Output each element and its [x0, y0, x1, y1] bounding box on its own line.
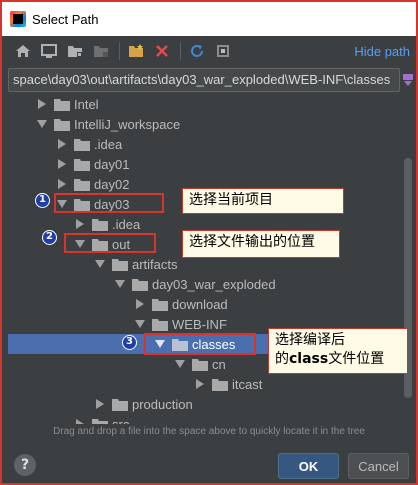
tree-node[interactable]: Intel	[8, 94, 412, 114]
callout-line-1: 选择编译后	[275, 332, 345, 348]
cancel-button[interactable]: Cancel	[348, 453, 409, 479]
tree-node-label: IntelliJ_workspace	[74, 116, 181, 132]
window-title: Select Path	[32, 11, 99, 27]
title-bar: Select Path	[2, 2, 416, 36]
expanded-arrow-icon[interactable]	[94, 258, 106, 270]
folder-icon	[74, 158, 90, 171]
folder-icon	[112, 258, 128, 271]
tree-node-label: artifacts	[132, 256, 178, 272]
tree-node-label: production	[132, 396, 193, 412]
folder-icon	[152, 298, 168, 311]
expanded-arrow-icon[interactable]	[36, 118, 48, 130]
step-badge-3: 3	[122, 335, 137, 350]
delete-icon	[156, 45, 168, 57]
folder-icon	[132, 278, 148, 291]
path-history-button[interactable]	[401, 70, 415, 90]
expanded-arrow-icon[interactable]	[174, 358, 186, 370]
callout-line-2-bold: class	[289, 351, 329, 367]
refresh-icon	[191, 45, 203, 57]
folder-icon	[74, 178, 90, 191]
folder-icon	[152, 318, 168, 331]
toolbar-separator	[119, 42, 120, 60]
callout-line-2-suffix: 文件位置	[328, 351, 385, 367]
folder-icon	[54, 98, 70, 111]
collapsed-arrow-icon[interactable]	[134, 298, 146, 310]
collapsed-arrow-icon[interactable]	[36, 98, 48, 110]
step-badge-2: 2	[42, 230, 57, 245]
ok-button[interactable]: OK	[278, 453, 339, 479]
tree-node-label: day03_war_exploded	[152, 276, 276, 292]
desktop-icon	[41, 44, 57, 58]
tree-node[interactable]: production	[8, 394, 412, 414]
project-folder-icon	[68, 46, 82, 57]
new-folder-button[interactable]	[125, 40, 147, 62]
tree-node-label: .idea	[94, 136, 123, 152]
collapsed-arrow-icon[interactable]	[56, 138, 68, 150]
tree-node-label: Intel	[74, 96, 99, 112]
desktop-button[interactable]	[38, 40, 60, 62]
collapsed-arrow-icon[interactable]	[56, 158, 68, 170]
history-dropdown-icon	[403, 74, 413, 86]
tree-node-label: WEB-INF	[172, 316, 227, 332]
folder-icon	[92, 418, 108, 424]
home-icon	[16, 45, 30, 57]
folder-icon	[112, 398, 128, 411]
tree-node[interactable]: day01	[8, 154, 412, 174]
collapsed-arrow-icon[interactable]	[94, 398, 106, 410]
tree-node-label: .idea	[112, 216, 141, 232]
callout-line-2-prefix: 的	[275, 351, 289, 367]
folder-icon	[212, 378, 228, 391]
tree-node-label: cn	[212, 356, 226, 372]
folder-icon	[92, 218, 108, 231]
collapsed-arrow-icon[interactable]	[56, 178, 68, 190]
toolbar-separator	[180, 42, 181, 60]
callout-select-project: 选择当前项目	[182, 188, 344, 214]
tree-node[interactable]: itcast	[8, 374, 412, 394]
select-path-dialog: Select Path Hide path space\day03\out\ar…	[0, 0, 418, 485]
callout-select-output: 选择文件输出的位置	[182, 230, 340, 258]
delete-button[interactable]	[151, 40, 173, 62]
tree-node[interactable]: download	[8, 294, 412, 314]
tree-node[interactable]: IntelliJ_workspace	[8, 114, 412, 134]
tree-node[interactable]: src	[8, 414, 412, 424]
new-folder-icon	[129, 44, 143, 57]
drag-drop-hint: Drag and drop a file into the space abov…	[53, 426, 365, 437]
folder-icon	[192, 358, 208, 371]
show-hidden-button[interactable]	[212, 40, 234, 62]
tree-node[interactable]: .idea	[8, 134, 412, 154]
folder-icon	[74, 138, 90, 151]
tree-node-label: download	[172, 296, 228, 312]
highlight-box-day03	[54, 193, 164, 213]
tree-node-label: day02	[94, 176, 130, 192]
collapsed-arrow-icon[interactable]	[194, 378, 206, 390]
project-folder-button[interactable]	[64, 40, 86, 62]
expanded-arrow-icon[interactable]	[134, 318, 146, 330]
module-folder-button[interactable]	[90, 40, 112, 62]
refresh-button[interactable]	[186, 40, 208, 62]
module-folder-icon	[94, 46, 108, 57]
tree-node-label: src	[112, 416, 130, 425]
collapsed-arrow-icon[interactable]	[74, 218, 86, 230]
highlight-box-out	[64, 233, 156, 253]
path-input[interactable]: space\day03\out\artifacts\day03_war_expl…	[8, 68, 400, 92]
tree-node-label: day01	[94, 156, 130, 172]
toolbar: Hide path	[2, 36, 416, 66]
callout-line-2: 的class文件位置	[275, 350, 401, 369]
intellij-logo-icon	[10, 11, 26, 27]
hide-path-link[interactable]: Hide path	[354, 44, 410, 59]
expanded-arrow-icon[interactable]	[114, 278, 126, 290]
show-hidden-icon	[217, 45, 229, 57]
help-button[interactable]: ?	[14, 454, 36, 476]
callout-select-class-location: 选择编译后 的class文件位置	[268, 328, 408, 374]
folder-icon	[54, 118, 70, 131]
step-badge-1: 1	[35, 193, 50, 208]
collapsed-arrow-icon[interactable]	[74, 418, 86, 424]
tree-node[interactable]: day03_war_exploded	[8, 274, 412, 294]
directory-tree[interactable]: Intel IntelliJ_workspace .idea day01 day…	[8, 94, 412, 424]
home-button[interactable]	[12, 40, 34, 62]
tree-node-label: itcast	[232, 376, 263, 392]
highlight-box-classes	[144, 333, 256, 355]
